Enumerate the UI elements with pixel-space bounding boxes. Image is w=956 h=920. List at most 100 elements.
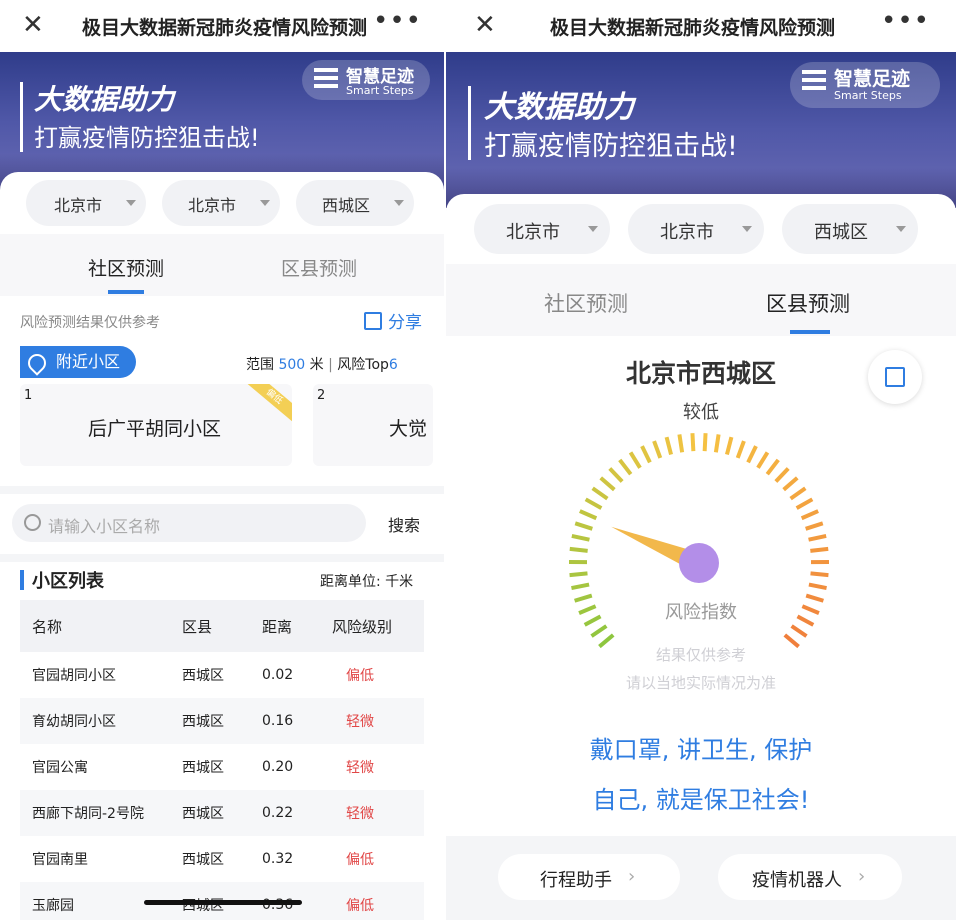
epidemic-robot-label: 疫情机器人 <box>752 870 842 891</box>
close-icon[interactable]: ✕ <box>474 10 496 40</box>
banner-subline: 打赢疫情防控狙击战! <box>34 124 260 152</box>
gauge-tick <box>574 521 593 531</box>
nearby-card[interactable]: 1 后广平胡同小区 偏低 <box>20 384 292 466</box>
gauge-tick <box>571 582 590 591</box>
chevron-down-icon <box>588 226 598 232</box>
range-prefix: 范围 <box>246 357 274 373</box>
gauge-tick <box>628 451 642 469</box>
search-input[interactable]: 请输入小区名称 <box>12 504 366 542</box>
table-row[interactable]: 官园公寓 西城区 0.20 轻微 <box>20 744 424 790</box>
gauge-tick <box>735 440 746 459</box>
gauge-hub <box>679 543 719 583</box>
card-name: 后广平胡同小区 <box>88 418 222 440</box>
bottom-actions: 行程助手 › 疫情机器人 › <box>446 840 956 920</box>
card-rank: 2 <box>317 388 326 403</box>
row-distance: 0.16 <box>250 698 320 744</box>
row-name: 官园南里 <box>32 852 88 868</box>
banner-headline: 大数据助力 <box>484 90 634 125</box>
gauge-tick <box>789 486 807 501</box>
row-risk: 偏低 <box>346 852 374 868</box>
gauge-tick <box>690 433 696 452</box>
search-bar: 请输入小区名称 搜索 <box>0 494 444 554</box>
tab-community[interactable]: 社区预测 <box>88 254 164 281</box>
table-header: 名称 区县 距离 风险级别 <box>20 600 424 652</box>
row-distance: 0.20 <box>262 759 294 775</box>
smart-steps-logo: 智慧足迹 Smart Steps <box>302 60 430 100</box>
col-risk: 风险级别 <box>320 600 424 652</box>
gauge-tick <box>677 434 685 453</box>
share-button[interactable] <box>868 350 922 404</box>
share-icon <box>885 367 905 387</box>
table-row[interactable]: 官园胡同小区 西城区 0.02 偏低 <box>20 652 424 698</box>
gauge-tick <box>569 546 588 553</box>
slogan-line-2: 自己, 就是保卫社会! <box>592 786 810 814</box>
row-district: 西城区 <box>170 790 250 836</box>
city-select[interactable]: 北京市 <box>628 204 764 254</box>
table-row[interactable]: 官园南里 西城区 0.32 偏低 <box>20 836 424 882</box>
gauge-tick <box>746 445 758 464</box>
epidemic-robot-button[interactable]: 疫情机器人 › <box>718 854 902 900</box>
row-distance: 0.22 <box>250 790 320 836</box>
row-risk: 偏低 <box>320 882 424 920</box>
distance-unit: 距离单位: 千米 <box>320 574 414 590</box>
gauge-tick <box>756 451 770 469</box>
trip-assistant-button[interactable]: 行程助手 › <box>498 854 680 900</box>
gauge-tick <box>725 436 734 456</box>
row-risk: 偏低 <box>346 668 374 684</box>
banner: 大数据助力 打赢疫情防控狙击战! 智慧足迹 Smart Steps <box>446 52 956 208</box>
chevron-down-icon <box>896 226 906 232</box>
range-unit: 米 <box>309 357 324 373</box>
more-icon[interactable]: ••• <box>373 6 422 36</box>
tab-district[interactable]: 区县预测 <box>766 288 850 318</box>
risk-table: 名称 区县 距离 风险级别 官园胡同小区 西城区 0.02 偏低 育幼胡同小区 … <box>20 600 424 920</box>
gauge-tick <box>774 467 790 483</box>
province-select[interactable]: 北京市 <box>474 204 610 254</box>
region-selectors: 北京市 北京市 西城区 <box>446 194 956 264</box>
gauge-tick <box>599 476 616 492</box>
province-select[interactable]: 北京市 <box>26 180 146 226</box>
row-distance: 0.32 <box>262 851 294 867</box>
search-button[interactable]: 搜索 <box>388 512 420 536</box>
nearby-badge: 附近小区 <box>20 346 136 378</box>
table-row[interactable]: 西廊下胡同-2号院 西城区 0.22 轻微 <box>20 790 424 836</box>
close-icon[interactable]: ✕ <box>22 10 44 40</box>
tab-district[interactable]: 区县预测 <box>281 254 357 281</box>
logo-icon <box>802 70 826 94</box>
col-distance: 距离 <box>250 600 320 652</box>
nav-bar: ✕ 极目大数据新冠肺炎疫情风险预测 ••• <box>446 0 956 52</box>
gauge-tick <box>640 445 652 464</box>
row-risk: 轻微 <box>320 790 424 836</box>
row-name: 官园公寓 <box>32 760 88 776</box>
city-value: 北京市 <box>660 222 714 243</box>
gauge-tick <box>713 434 721 453</box>
page-title: 极目大数据新冠肺炎疫情风险预测 <box>82 17 368 39</box>
tab-community[interactable]: 社区预测 <box>544 288 628 318</box>
share-button[interactable]: 分享 <box>364 308 422 333</box>
logo-icon <box>314 68 338 92</box>
more-icon[interactable]: ••• <box>881 6 930 36</box>
logo-en: Smart Steps <box>834 89 902 102</box>
gauge-tick <box>808 534 827 542</box>
gauge-tick <box>810 546 829 553</box>
chevron-right-icon: › <box>858 866 866 887</box>
gauge-tick <box>652 440 663 459</box>
share-icon <box>364 312 382 330</box>
city-select[interactable]: 北京市 <box>162 180 280 226</box>
gauge-tick <box>795 497 814 510</box>
row-name: 西廊下胡同-2号院 <box>20 790 170 836</box>
table-row[interactable]: 育幼胡同小区 西城区 0.16 轻微 <box>20 698 424 744</box>
row-distance: 0.02 <box>262 667 294 683</box>
district-select[interactable]: 西城区 <box>782 204 918 254</box>
district-value: 西城区 <box>322 196 371 215</box>
banner-subline: 打赢疫情防控狙击战! <box>484 131 738 162</box>
district-value: 西城区 <box>814 222 868 243</box>
district-select[interactable]: 西城区 <box>296 180 414 226</box>
banner-headline: 大数据助力 <box>34 83 175 116</box>
nearby-card[interactable]: 2 大觉 <box>313 384 433 466</box>
gauge-tick <box>782 476 799 492</box>
gauge-tick <box>800 509 819 521</box>
list-title: 小区列表 <box>32 571 104 592</box>
slogan-line-1: 戴口罩, 讲卫生, 保护 <box>589 736 813 764</box>
gauge-tick <box>790 624 808 638</box>
tab-bar: 社区预测 区县预测 <box>0 234 444 296</box>
